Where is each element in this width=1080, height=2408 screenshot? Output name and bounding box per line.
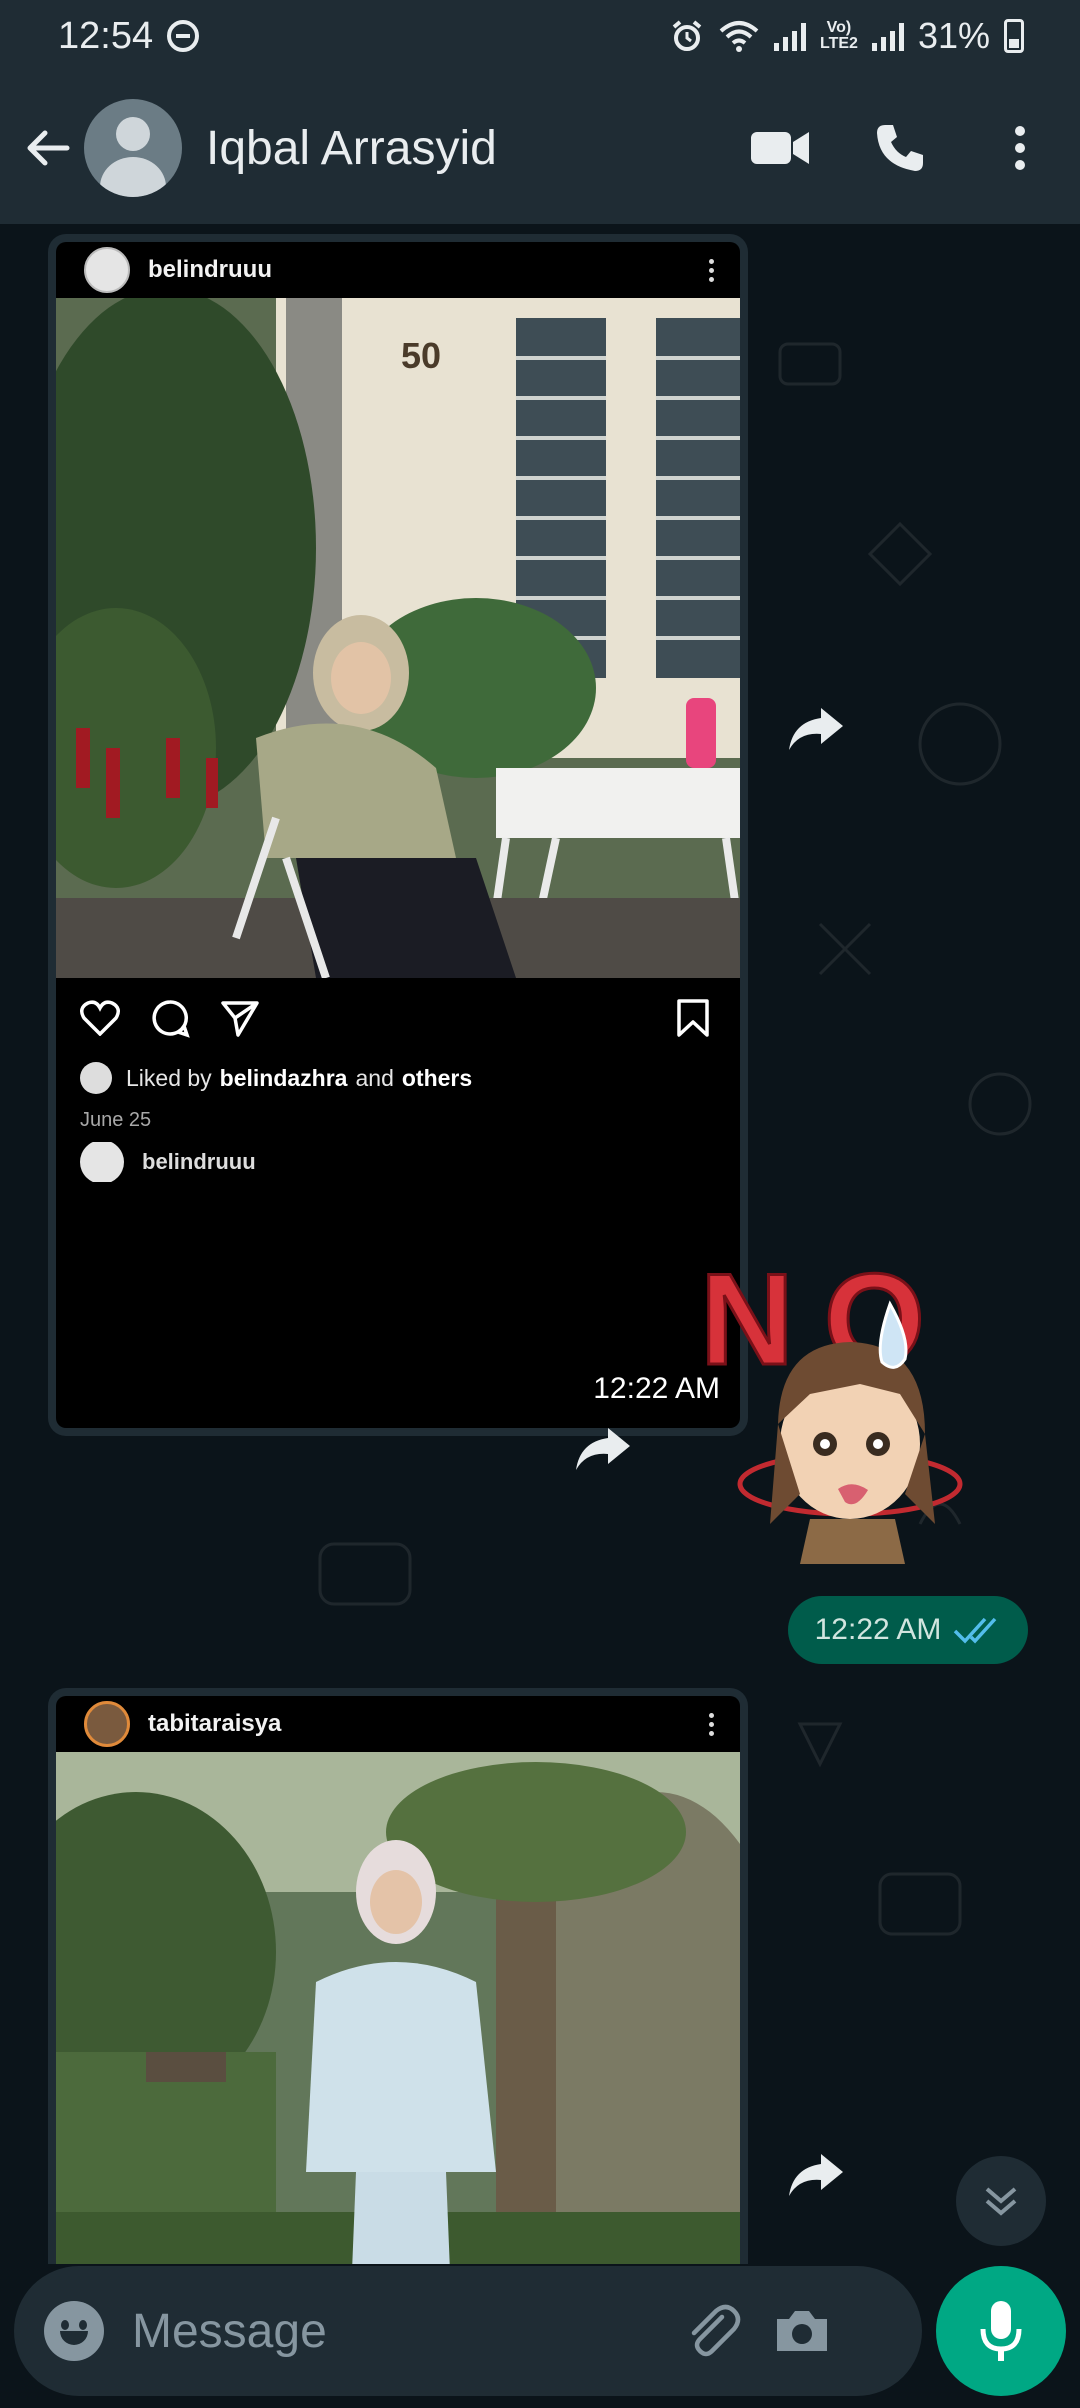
more-options-button[interactable] <box>960 88 1080 208</box>
status-time: 12:54 <box>58 14 154 57</box>
comment-icon <box>152 1000 190 1038</box>
camera-button[interactable] <box>762 2291 842 2371</box>
instagram-username: belindruuu <box>148 256 272 283</box>
sticker-no[interactable]: NO <box>700 1264 1020 1564</box>
instagram-post-header-2: tabitaraisya <box>56 1696 740 1752</box>
status-icons: Vo) LTE2 31% <box>670 15 1024 57</box>
volte-label: Vo) <box>826 19 852 36</box>
battery-percent: 31% <box>917 15 990 56</box>
message-input[interactable] <box>132 2303 672 2359</box>
message-composer <box>14 2266 922 2396</box>
back-arrow-icon[interactable] <box>20 120 76 176</box>
alarm-icon <box>672 20 702 51</box>
forward-button-2[interactable] <box>563 1410 641 1488</box>
bookmark-icon <box>677 999 709 1037</box>
instagram-liked-by: Liked by belindazhra and others <box>56 1058 740 1098</box>
instagram-post-date: June 25 <box>80 1108 152 1131</box>
signal-icon-2 <box>871 21 904 51</box>
outgoing-message-meta[interactable]: 12:22 AM <box>788 1596 1028 1664</box>
forward-icon <box>576 1428 630 1470</box>
voice-call-button[interactable] <box>840 88 960 208</box>
camera-icon <box>777 2311 827 2351</box>
volte-icon: Vo) LTE2 <box>820 20 858 52</box>
liked-avatar <box>80 1062 112 1094</box>
mic-icon <box>980 2301 1022 2361</box>
liked-and: and <box>355 1064 394 1091</box>
instagram-avatar-2 <box>84 1701 130 1747</box>
instagram-avatar <box>84 247 130 293</box>
instagram-next-post: belindruuu <box>56 1142 740 1182</box>
instagram-post-2[interactable]: tabitaraisya <box>56 1696 740 2264</box>
forward-icon <box>789 708 843 750</box>
instagram-photo-2 <box>56 1752 740 2264</box>
message-time: 12:22 AM <box>814 1613 942 1646</box>
phone-icon <box>877 125 923 171</box>
liked-others: others <box>401 1064 473 1091</box>
forward-button-3[interactable] <box>776 2136 854 2214</box>
heart-icon <box>80 1000 120 1036</box>
instagram-post-header: belindruuu <box>56 242 740 298</box>
next-username: belindruuu <box>142 1149 256 1174</box>
battery-icon <box>1004 19 1024 53</box>
liked-user: belindazhra <box>219 1064 348 1091</box>
instagram-photo: 50 <box>56 298 740 978</box>
double-check-read-icon <box>954 1617 997 1644</box>
do-not-disturb-icon <box>167 20 200 52</box>
video-call-icon <box>751 132 809 164</box>
forward-icon <box>789 2154 843 2196</box>
emoji-icon[interactable] <box>44 2301 104 2361</box>
incoming-message-instagram-2[interactable]: tabitaraisya <box>48 1688 748 2264</box>
attach-button[interactable] <box>672 2291 752 2371</box>
instagram-post[interactable]: belindruuu 50 Liked by belindazhra and o… <box>56 242 740 1428</box>
instagram-actions <box>56 978 740 1058</box>
chat-header: Iqbal Arrasyid <box>0 72 1080 224</box>
chat-area[interactable]: belindruuu 50 Liked by belindazhra and o… <box>0 224 1080 2264</box>
photo-house-number: 50 <box>401 335 441 376</box>
mic-button[interactable] <box>936 2266 1066 2396</box>
chevron-double-down-icon <box>985 2187 1017 2216</box>
video-call-button[interactable] <box>720 88 840 208</box>
header-actions <box>720 88 1080 208</box>
share-ig-icon <box>221 1001 259 1037</box>
lte-label: LTE2 <box>820 35 858 52</box>
liked-prefix: Liked by <box>126 1064 212 1091</box>
incoming-message-instagram[interactable]: belindruuu 50 Liked by belindazhra and o… <box>48 234 748 1436</box>
wifi-icon <box>719 21 759 52</box>
avatar[interactable] <box>84 99 182 197</box>
contact-name[interactable]: Iqbal Arrasyid <box>206 121 497 176</box>
attach-icon <box>691 2304 741 2357</box>
status-bar: 12:54 Vo) LTE2 31% <box>0 0 1080 72</box>
instagram-more-icon <box>709 258 714 282</box>
signal-icon <box>774 21 806 51</box>
forward-button[interactable] <box>776 690 854 768</box>
instagram-more-icon-2 <box>709 1712 714 1736</box>
next-avatar <box>80 1142 124 1182</box>
scroll-to-bottom-button[interactable] <box>956 2156 1046 2246</box>
more-vertical-icon <box>1015 126 1025 170</box>
instagram-username-2: tabitaraisya <box>148 1710 282 1737</box>
